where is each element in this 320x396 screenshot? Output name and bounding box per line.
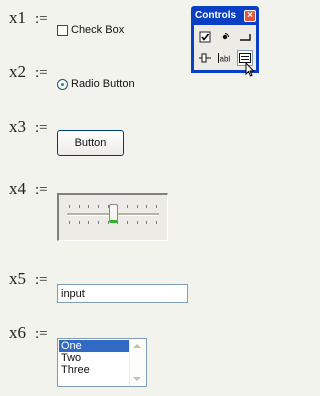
definition-operator: :=	[35, 326, 48, 342]
scroll-down-icon[interactable]	[133, 377, 141, 381]
variable-x1: x1 :=	[9, 8, 48, 28]
mouse-pointer-icon	[245, 62, 255, 77]
variable-name: x3	[9, 117, 26, 136]
slider-tick	[155, 205, 157, 208]
slider-control[interactable]	[57, 193, 168, 241]
scroll-up-icon[interactable]	[133, 344, 141, 348]
text-input[interactable]	[57, 284, 188, 303]
controls-titlebar[interactable]: Controls ×	[193, 8, 257, 23]
slider-tick	[97, 221, 99, 224]
variable-name: x5	[9, 269, 26, 288]
slider-tick	[126, 205, 128, 208]
definition-operator: :=	[35, 11, 48, 27]
slider-tick	[78, 205, 80, 208]
variable-name: x4	[9, 179, 26, 198]
variable-x3: x3 :=	[9, 117, 48, 137]
list-item[interactable]: Three	[59, 364, 129, 376]
variable-x2: x2 :=	[9, 62, 48, 82]
variable-x4: x4 :=	[9, 179, 48, 199]
check-box-control[interactable]: Check Box	[57, 24, 124, 36]
radio-button-label: Radio Button	[71, 78, 135, 90]
radio-button-tool-icon[interactable]	[217, 29, 233, 45]
close-icon[interactable]: ×	[244, 9, 256, 22]
definition-operator: :=	[35, 272, 48, 288]
definition-operator: :=	[35, 65, 48, 81]
slider-tool-icon[interactable]	[197, 50, 213, 66]
radio-button-control[interactable]: Radio Button	[57, 78, 135, 90]
variable-name: x1	[9, 8, 26, 27]
variable-x6: x6 :=	[9, 323, 48, 343]
checkbox-square[interactable]	[57, 24, 68, 36]
slider-tick	[136, 221, 138, 224]
list-scrollbar[interactable]	[129, 339, 146, 386]
list-items: One Two Three	[59, 340, 129, 376]
slider-tick	[136, 205, 138, 208]
svg-text:abl: abl	[220, 54, 231, 63]
list-item[interactable]: Two	[59, 352, 129, 364]
variable-name: x6	[9, 323, 26, 342]
definition-operator: :=	[35, 182, 48, 198]
slider-thumb[interactable]	[108, 204, 118, 223]
checkbox-tool-icon[interactable]	[197, 29, 213, 45]
radio-circle[interactable]	[57, 78, 68, 90]
list-item[interactable]: One	[59, 340, 129, 352]
slider-tick	[88, 205, 90, 208]
slider-tick	[69, 205, 70, 208]
slider-tick	[146, 205, 148, 208]
slider-tick	[146, 221, 148, 224]
slider-tick	[88, 221, 90, 224]
list-box[interactable]: One Two Three	[57, 338, 147, 387]
slider-tick	[97, 205, 99, 208]
controls-title: Controls	[195, 10, 237, 21]
textbox-tool-icon[interactable]: abl	[217, 50, 233, 66]
slider-tick	[78, 221, 80, 224]
check-box-label: Check Box	[71, 24, 125, 36]
definition-operator: :=	[35, 120, 48, 136]
variable-x5: x5 :=	[9, 269, 48, 289]
slider-tick	[69, 221, 70, 224]
slider-tick	[155, 221, 157, 224]
push-button[interactable]: Button	[57, 130, 124, 156]
slider-tick	[126, 221, 128, 224]
variable-name: x2	[9, 62, 26, 81]
push-button-tool-icon[interactable]	[237, 29, 253, 45]
